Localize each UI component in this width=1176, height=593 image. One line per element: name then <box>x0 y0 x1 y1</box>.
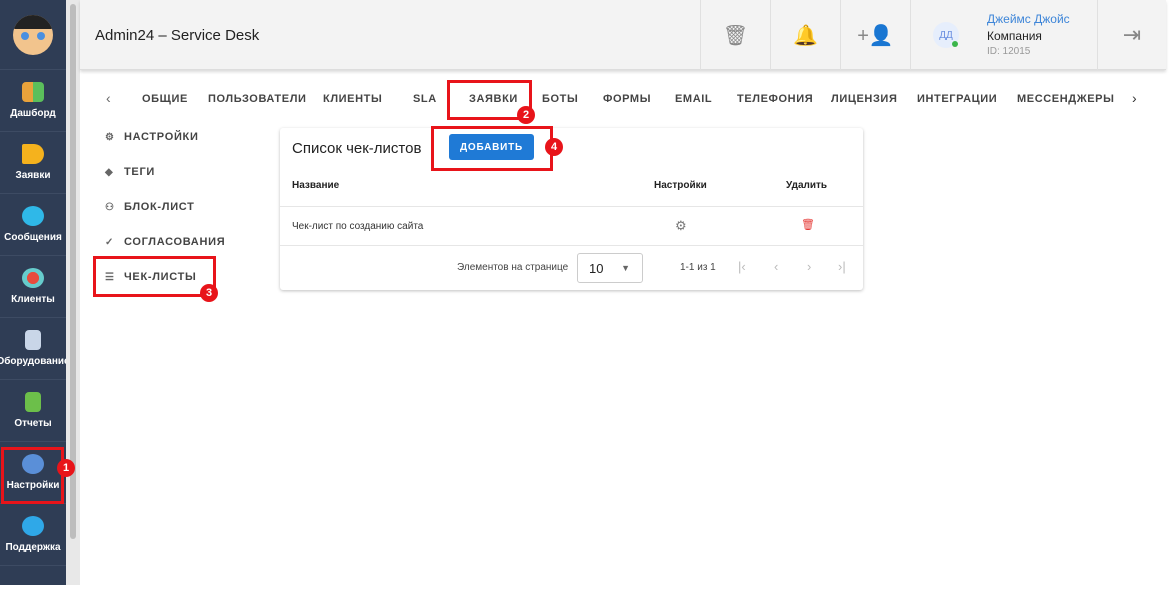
card-title: Список чек-листов <box>292 140 422 157</box>
step-badge: 4 <box>545 138 563 156</box>
equipment-icon <box>25 330 41 350</box>
logout-icon: ⇥ <box>1122 22 1142 47</box>
trash-icon: 🗑 <box>801 219 815 231</box>
tab-telephony[interactable]: ТЕЛЕФОНИЯ <box>737 93 813 105</box>
tabs-scroll-left[interactable]: ‹ <box>106 90 111 106</box>
tab-bots[interactable]: БОТЫ <box>542 93 578 105</box>
sidebar-item-tickets[interactable]: Заявки <box>0 132 66 194</box>
tab-license[interactable]: ЛИЦЕНЗИЯ <box>831 93 897 105</box>
submenu-label: НАСТРОЙКИ <box>124 131 199 143</box>
avatar-initials: ДД <box>939 29 953 41</box>
next-page-button[interactable]: › <box>807 259 811 274</box>
submenu-tags[interactable]: ◆ ТЕГИ <box>105 166 155 178</box>
delete-button[interactable]: 🗑 <box>801 218 815 231</box>
tab-general[interactable]: ОБЩИЕ <box>142 93 188 105</box>
block-user-icon: ⚇ <box>105 201 115 213</box>
sidebar-item-clients[interactable]: Клиенты <box>0 256 66 318</box>
step-badge: 2 <box>517 106 535 124</box>
settings-gear-button[interactable]: ⚙ <box>675 218 687 234</box>
scrollbar-thumb[interactable] <box>70 4 76 539</box>
tabs-scroll-right[interactable]: › <box>1132 90 1137 106</box>
user-name[interactable]: Джеймс Джойс <box>987 12 1070 26</box>
pagination-range: 1-1 из 1 <box>680 262 716 273</box>
last-page-button[interactable]: ›| <box>838 259 846 274</box>
mascot-icon <box>13 14 53 55</box>
column-header-settings: Настройки <box>654 180 707 191</box>
add-user-button[interactable]: +👤 <box>840 0 910 70</box>
tab-sla[interactable]: SLA <box>413 93 437 105</box>
sidebar-scrollbar[interactable] <box>66 0 80 585</box>
highlight-checklists <box>93 256 216 297</box>
first-page-button[interactable]: |‹ <box>738 259 746 274</box>
check-circle-icon: ✓ <box>105 236 115 248</box>
sidebar-item-label: Поддержка <box>5 542 61 553</box>
bell-icon: 🔔 <box>793 24 818 47</box>
checklists-card: Список чек-листов ДОБАВИТЬ Название Наст… <box>280 128 863 290</box>
submenu-label: БЛОК-ЛИСТ <box>124 201 195 213</box>
per-page-value: 10 <box>589 261 604 276</box>
step-badge: 3 <box>200 284 218 302</box>
sidebar-item-label: Дашборд <box>10 108 56 119</box>
logout-button[interactable]: ⇥ <box>1097 0 1166 70</box>
notifications-button[interactable]: 🔔 <box>770 0 840 70</box>
help-icon <box>22 516 44 536</box>
user-profile[interactable]: ДД Джеймс Джойс Компания ID: 12015 <box>910 0 1097 70</box>
sidebar-item-label: Заявки <box>15 170 51 181</box>
column-header-name: Название <box>292 180 340 191</box>
tab-messengers[interactable]: МЕССЕНДЖЕРЫ <box>1017 93 1115 105</box>
chevron-down-icon: ▼ <box>621 263 630 273</box>
per-page-label: Элементов на странице <box>457 262 569 273</box>
user-company: Компания <box>987 29 1042 43</box>
dashboard-icon <box>22 82 44 102</box>
sidebar-item-equipment[interactable]: Оборудование <box>0 318 70 380</box>
header: Admin24 – Service Desk 🗑 🔔 +👤 ДД Джеймс … <box>80 0 1166 70</box>
page-title: Admin24 – Service Desk <box>95 27 260 44</box>
submenu-label: ТЕГИ <box>124 166 155 178</box>
per-page-select[interactable]: 10 ▼ <box>577 253 643 283</box>
tab-clients[interactable]: КЛИЕНТЫ <box>323 93 382 105</box>
megaphone-icon <box>22 144 44 164</box>
submenu-blocklist[interactable]: ⚇ БЛОК-ЛИСТ <box>105 201 195 213</box>
tag-icon: ◆ <box>105 166 114 178</box>
submenu-label: СОГЛАСОВАНИЯ <box>124 236 226 248</box>
clients-icon <box>22 268 44 288</box>
prev-page-button[interactable]: ‹ <box>774 259 778 274</box>
sidebar-item-label: Сообщения <box>4 232 62 243</box>
sidebar-item-dashboard[interactable]: Дашборд <box>0 70 66 132</box>
tab-integrations[interactable]: ИНТЕГРАЦИИ <box>917 93 997 105</box>
trash-button[interactable]: 🗑 <box>700 0 770 70</box>
step-badge: 1 <box>57 459 75 477</box>
user-avatar: ДД <box>933 22 959 48</box>
tab-forms[interactable]: ФОРМЫ <box>603 93 651 105</box>
tab-users[interactable]: ПОЛЬЗОВАТЕЛИ <box>208 93 307 105</box>
online-status-dot <box>952 41 958 47</box>
column-header-delete: Удалить <box>786 180 828 191</box>
sidebar-item-reports[interactable]: Отчеты <box>0 380 66 442</box>
avatar-logo[interactable] <box>0 0 66 70</box>
sidebar-item-support[interactable]: Поддержка <box>0 504 66 566</box>
sidebar-item-label: Оборудование <box>0 356 70 367</box>
trash-icon: 🗑 <box>722 24 749 47</box>
submenu-settings[interactable]: ⚙ НАСТРОЙКИ <box>105 131 199 143</box>
settings-icon: ⚙ <box>105 131 115 143</box>
sidebar-item-messages[interactable]: Сообщения <box>0 194 66 256</box>
checklist-name: Чек-лист по созданию сайта <box>292 221 424 232</box>
submenu-approvals[interactable]: ✓ СОГЛАСОВАНИЯ <box>105 236 225 248</box>
add-user-icon: +👤 <box>857 24 894 47</box>
reports-icon <box>25 392 41 412</box>
highlight-settings <box>1 447 64 504</box>
tab-email[interactable]: EMAIL <box>675 93 712 105</box>
table-row: Чек-лист по созданию сайта ⚙ 🗑 <box>280 206 863 246</box>
user-id: ID: 12015 <box>987 46 1031 57</box>
highlight-add-button <box>431 126 553 171</box>
chat-icon <box>22 206 44 226</box>
sidebar-item-label: Клиенты <box>11 294 55 305</box>
sidebar-item-label: Отчеты <box>14 418 52 429</box>
